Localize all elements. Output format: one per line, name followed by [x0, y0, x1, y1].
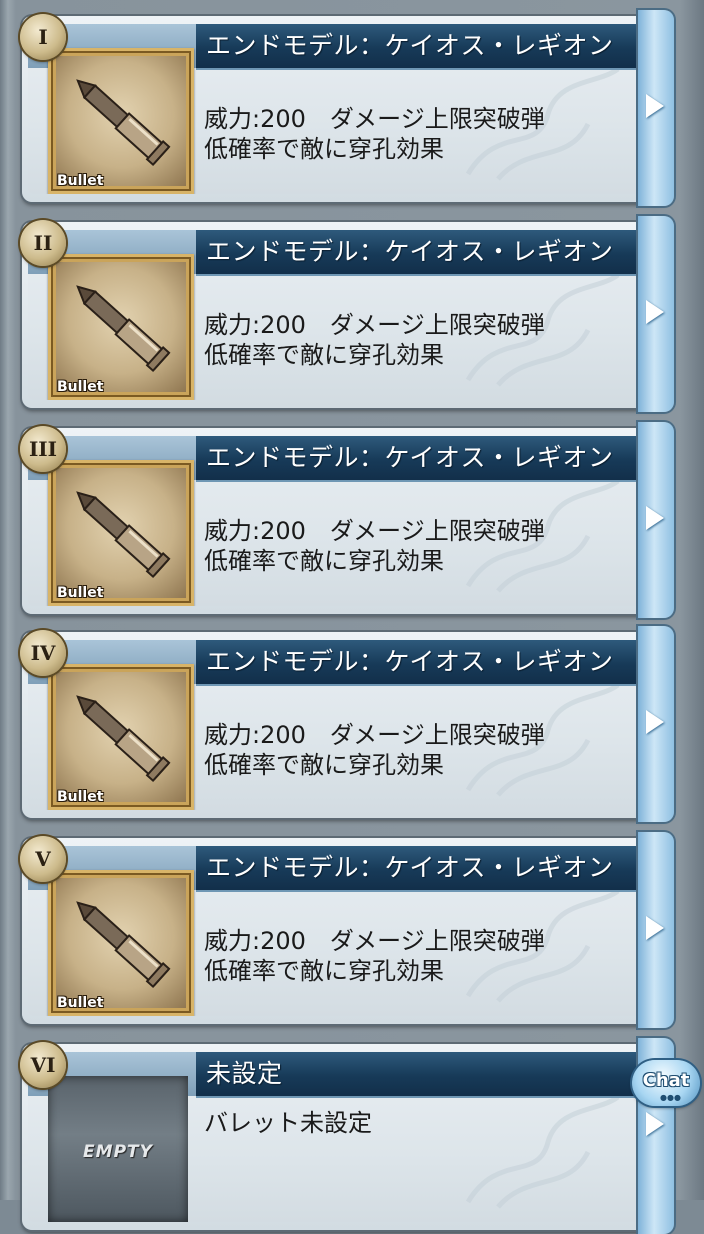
bullet-description: 威力:200 ダメージ上限突破弾 低確率で敵に穿孔効果: [204, 104, 644, 164]
slot-number-badge: IV: [20, 630, 66, 676]
bullet-type-label: Bullet: [57, 789, 104, 805]
bullet-thumbnail[interactable]: Bullet: [48, 870, 194, 1016]
bullet-slot-2[interactable]: II エンドモデル：ケイオス・レギオン Bullet 威力:200 ダメージ上限…: [20, 216, 674, 412]
chat-dots-icon: ●●●: [660, 1093, 681, 1102]
bullet-effect-line: 低確率で敵に穿孔効果: [204, 341, 444, 369]
slot-number-badge: VI: [20, 1042, 66, 1088]
chevron-right-icon: [646, 506, 664, 530]
chat-label: Chat: [642, 1070, 690, 1091]
slot-panel: 未設定 EMPTY バレット未設定: [28, 1052, 658, 1222]
slot-number-badge: III: [20, 426, 66, 472]
bullet-icon: [76, 901, 171, 989]
bullet-thumbnail[interactable]: Bullet: [48, 48, 194, 194]
bullet-name: エンドモデル：ケイオス・レギオン: [206, 853, 614, 882]
bullet-description: 威力:200 ダメージ上限突破弾 低確率で敵に穿孔効果: [204, 926, 644, 986]
bullet-name: エンドモデル：ケイオス・レギオン: [206, 237, 614, 266]
slot-panel: エンドモデル：ケイオス・レギオン Bullet 威力:200 ダメージ上限突破弾…: [28, 846, 658, 1016]
bullet-effect-line: 低確率で敵に穿孔効果: [204, 957, 444, 985]
empty-label: EMPTY: [83, 1142, 153, 1162]
slot-detail-tab[interactable]: [638, 832, 674, 1028]
bullet-name: 未設定: [206, 1059, 283, 1088]
bullet-icon: [76, 491, 171, 579]
slot-name-bar: エンドモデル：ケイオス・レギオン: [28, 640, 650, 686]
bullet-thumbnail[interactable]: Bullet: [48, 254, 194, 400]
slot-panel: エンドモデル：ケイオス・レギオン Bullet 威力:200 ダメージ上限突破弾…: [28, 640, 658, 810]
slot-panel: エンドモデル：ケイオス・レギオン Bullet 威力:200 ダメージ上限突破弾…: [28, 436, 658, 606]
slot-number-badge: V: [20, 836, 66, 882]
bullet-status-line: バレット未設定: [204, 1109, 372, 1137]
bullet-name: エンドモデル：ケイオス・レギオン: [206, 443, 614, 472]
bullet-art: [56, 878, 186, 1008]
chevron-right-icon: [646, 300, 664, 324]
bullet-icon: [76, 285, 171, 373]
bullet-effect-line: 低確率で敵に穿孔効果: [204, 751, 444, 779]
bullet-art: [56, 468, 186, 598]
slot-detail-tab[interactable]: [638, 216, 674, 412]
bullet-thumbnail[interactable]: Bullet: [48, 460, 194, 606]
slot-detail-tab[interactable]: [638, 626, 674, 822]
bullet-art: [56, 262, 186, 392]
chevron-right-icon: [646, 916, 664, 940]
slot-panel: エンドモデル：ケイオス・レギオン Bullet 威力:200 ダメージ上限突破弾…: [28, 230, 658, 400]
bullet-type-label: Bullet: [57, 585, 104, 601]
chat-button[interactable]: Chat ●●●: [632, 1060, 700, 1106]
slot-name-bar: エンドモデル：ケイオス・レギオン: [28, 230, 650, 276]
bullet-effect-line: 低確率で敵に穿孔効果: [204, 547, 444, 575]
bullet-power-line: 威力:200 ダメージ上限突破弾: [204, 927, 545, 955]
bullet-slot-1[interactable]: I エンドモデル：ケイオス・レギオン Bullet 威力:200 ダメージ上限突…: [20, 10, 674, 206]
bullet-power-line: 威力:200 ダメージ上限突破弾: [204, 311, 545, 339]
bullet-type-label: Bullet: [57, 379, 104, 395]
slot-number-badge: I: [20, 14, 66, 60]
bullet-type-label: Bullet: [57, 995, 104, 1011]
slot-panel: エンドモデル：ケイオス・レギオン Bullet 威力:200 ダメージ上限突破弾…: [28, 24, 658, 194]
bullet-art: [56, 56, 186, 186]
slot-detail-tab[interactable]: [638, 10, 674, 206]
bullet-art: [56, 672, 186, 802]
bullet-slot-3[interactable]: III エンドモデル：ケイオス・レギオン Bullet 威力:200 ダメージ上…: [20, 422, 674, 618]
bullet-icon: [76, 695, 171, 783]
bullet-slot-5[interactable]: V エンドモデル：ケイオス・レギオン Bullet 威力:200 ダメージ上限突…: [20, 832, 674, 1028]
empty-slot-thumbnail[interactable]: EMPTY: [48, 1076, 188, 1222]
bullet-slot-4[interactable]: IV エンドモデル：ケイオス・レギオン Bullet 威力:200 ダメージ上限…: [20, 626, 674, 822]
chevron-right-icon: [646, 94, 664, 118]
bullet-name: エンドモデル：ケイオス・レギオン: [206, 31, 614, 60]
bullet-icon: [76, 79, 171, 167]
bullet-description: 威力:200 ダメージ上限突破弾 低確率で敵に穿孔効果: [204, 516, 644, 576]
bullet-power-line: 威力:200 ダメージ上限突破弾: [204, 105, 545, 133]
slot-detail-tab[interactable]: [638, 422, 674, 618]
slot-name-bar: エンドモデル：ケイオス・レギオン: [28, 436, 650, 482]
bullet-slot-6[interactable]: VI 未設定 EMPTY バレット未設定: [20, 1038, 674, 1234]
slot-name-bar: 未設定: [28, 1052, 650, 1098]
chevron-right-icon: [646, 710, 664, 734]
bullet-power-line: 威力:200 ダメージ上限突破弾: [204, 721, 545, 749]
slot-number-badge: II: [20, 220, 66, 266]
chevron-right-icon: [646, 1112, 664, 1136]
slot-name-bar: エンドモデル：ケイオス・レギオン: [28, 24, 650, 70]
bullet-thumbnail[interactable]: Bullet: [48, 664, 194, 810]
bullet-type-label: Bullet: [57, 173, 104, 189]
bullet-description: 威力:200 ダメージ上限突破弾 低確率で敵に穿孔効果: [204, 720, 644, 780]
bullet-description: バレット未設定: [204, 1108, 644, 1138]
bullet-description: 威力:200 ダメージ上限突破弾 低確率で敵に穿孔効果: [204, 310, 644, 370]
bullet-effect-line: 低確率で敵に穿孔効果: [204, 135, 444, 163]
bullet-power-line: 威力:200 ダメージ上限突破弾: [204, 517, 545, 545]
bullet-name: エンドモデル：ケイオス・レギオン: [206, 647, 614, 676]
slot-name-bar: エンドモデル：ケイオス・レギオン: [28, 846, 650, 892]
